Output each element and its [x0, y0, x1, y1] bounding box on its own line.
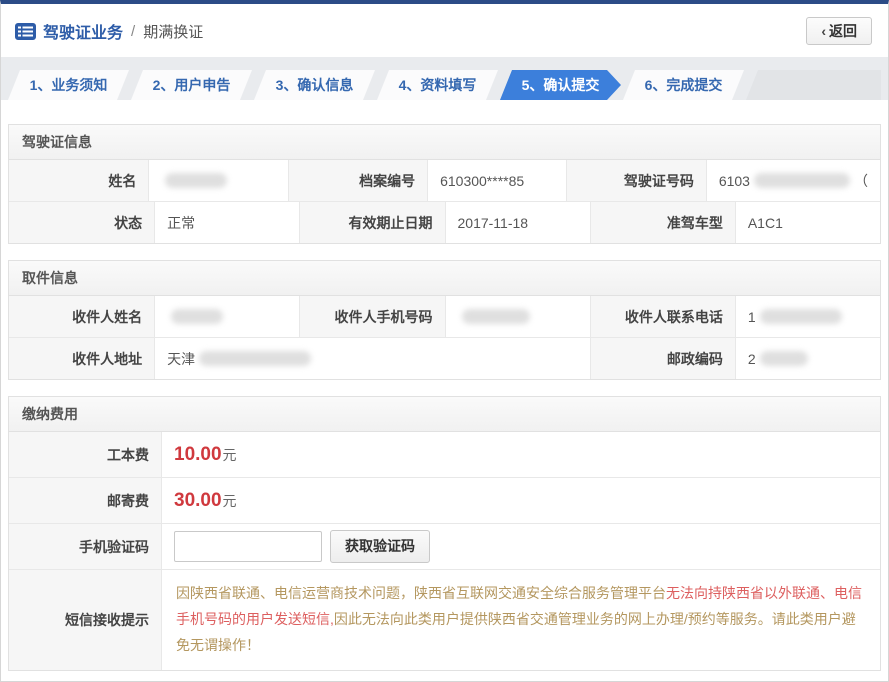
redacted-value — [199, 351, 311, 366]
step-label: 6、完成提交 — [645, 75, 723, 95]
fee-amount: 30.00 — [174, 490, 222, 512]
step-label: 2、用户申告 — [153, 75, 231, 95]
field-label: 收件人手机号码 — [299, 296, 444, 337]
step-5[interactable]: 5、确认提交 — [500, 70, 621, 100]
field-value: 6103（ — [706, 160, 880, 201]
redacted-value — [171, 309, 223, 324]
field-value: 610300****85 — [427, 160, 566, 201]
field-label: 有效期止日期 — [299, 202, 444, 243]
field-label: 收件人联系电话 — [590, 296, 735, 337]
field-value: 2017-11-18 — [445, 202, 590, 243]
redacted-value — [760, 309, 842, 324]
pickup-grid: 收件人姓名收件人手机号码收件人联系电话1收件人地址天津邮政编码2 — [9, 296, 880, 379]
table-row: 收件人地址天津邮政编码2 — [9, 337, 880, 379]
step-6[interactable]: 6、完成提交 — [623, 70, 744, 100]
redacted-value — [462, 309, 530, 324]
table-row: 收件人姓名 收件人手机号码 收件人联系电话1 — [9, 296, 880, 337]
field-label: 状态 — [9, 202, 154, 243]
sms-note-label: 短信接收提示 — [9, 570, 161, 670]
field-value — [445, 296, 590, 337]
sms-note-part: 因陕西省联通、电信运营商技术问题，陕西省互联网交通安全综合服务管理平台 — [176, 585, 666, 601]
wizard-zone: 1、业务须知 2、用户申告 3、确认信息 4、资料填写 5、确认提交 6、完成提交 — [1, 57, 888, 100]
fee-value: 30.00元 — [161, 478, 880, 523]
field-value: 1 — [735, 296, 880, 337]
step-1[interactable]: 1、业务须知 — [8, 70, 129, 100]
fee-label: 邮寄费 — [9, 478, 161, 523]
fee-unit: 元 — [223, 491, 237, 511]
wizard-filler — [746, 70, 881, 100]
step-4[interactable]: 4、资料填写 — [377, 70, 498, 100]
step-2[interactable]: 2、用户申告 — [131, 70, 252, 100]
section-license-title: 驾驶证信息 — [9, 125, 880, 160]
header: 驾驶证业务 / 期满换证 ‹返回 — [1, 4, 888, 57]
sms-code-row: 手机验证码 获取验证码 — [9, 523, 880, 569]
field-label: 准驾车型 — [590, 202, 735, 243]
sms-note-text: 因陕西省联通、电信运营商技术问题，陕西省互联网交通安全综合服务管理平台无法向持陕… — [161, 570, 880, 670]
section-pickup: 取件信息 收件人姓名收件人手机号码收件人联系电话1收件人地址天津邮政编码2 — [8, 260, 881, 380]
footer-actions: 上一步 完成 — [1, 671, 888, 682]
step-label: 3、确认信息 — [276, 75, 354, 95]
section-fees: 缴纳费用 工本费 10.00元 邮寄费 30.00元 手机验证码 获取验证码 短… — [8, 396, 881, 671]
fee-amount: 10.00 — [174, 444, 222, 466]
table-row: 状态正常有效期止日期2017-11-18准驾车型A1C1 — [9, 201, 880, 243]
redacted-value — [165, 173, 227, 188]
sms-code-field: 获取验证码 — [161, 524, 880, 569]
fee-row-postage: 邮寄费 30.00元 — [9, 477, 880, 523]
sms-code-input[interactable] — [174, 531, 322, 562]
back-button[interactable]: ‹返回 — [806, 17, 872, 45]
section-fees-title: 缴纳费用 — [9, 397, 880, 432]
back-chevron-icon: ‹ — [821, 23, 826, 39]
section-license: 驾驶证信息 姓名档案编号610300****85驾驶证号码6103（状态正常有效… — [8, 124, 881, 244]
breadcrumb: 驾驶证业务 / 期满换证 — [15, 19, 203, 43]
field-value: A1C1 — [735, 202, 880, 243]
breadcrumb-separator: / — [131, 23, 135, 40]
field-label: 驾驶证号码 — [566, 160, 705, 201]
field-label: 收件人地址 — [9, 338, 154, 379]
get-code-button[interactable]: 获取验证码 — [330, 530, 430, 562]
section-pickup-title: 取件信息 — [9, 261, 880, 296]
page-title: 驾驶证业务 — [43, 19, 123, 43]
field-label: 姓名 — [9, 160, 148, 201]
fee-value: 10.00元 — [161, 432, 880, 477]
page: 驾驶证业务 / 期满换证 ‹返回 1、业务须知 2、用户申告 3、确认信息 4、资料填… — [0, 0, 889, 682]
step-wizard: 1、业务须知 2、用户申告 3、确认信息 4、资料填写 5、确认提交 6、完成提交 — [8, 70, 881, 100]
field-value: 2 — [735, 338, 880, 379]
sms-code-label: 手机验证码 — [9, 524, 161, 569]
step-3[interactable]: 3、确认信息 — [254, 70, 375, 100]
page-subtitle: 期满换证 — [143, 21, 203, 42]
step-label: 5、确认提交 — [522, 75, 600, 95]
fee-unit: 元 — [223, 445, 237, 465]
field-value: 天津 — [154, 338, 590, 379]
field-value — [148, 160, 287, 201]
back-button-label: 返回 — [829, 23, 857, 39]
redacted-value — [754, 173, 850, 188]
fee-label: 工本费 — [9, 432, 161, 477]
fee-row-production: 工本费 10.00元 — [9, 432, 880, 477]
field-label: 邮政编码 — [590, 338, 735, 379]
table-row: 姓名 档案编号610300****85驾驶证号码6103（ — [9, 160, 880, 201]
license-grid: 姓名档案编号610300****85驾驶证号码6103（状态正常有效期止日期20… — [9, 160, 880, 243]
menu-list-icon — [15, 23, 36, 40]
field-label: 收件人姓名 — [9, 296, 154, 337]
step-label: 4、资料填写 — [399, 75, 477, 95]
field-label: 档案编号 — [288, 160, 427, 201]
field-value — [154, 296, 299, 337]
sms-note-row: 短信接收提示 因陕西省联通、电信运营商技术问题，陕西省互联网交通安全综合服务管理… — [9, 569, 880, 670]
step-label: 1、业务须知 — [30, 75, 108, 95]
redacted-value — [760, 351, 808, 366]
field-value: 正常 — [154, 202, 299, 243]
